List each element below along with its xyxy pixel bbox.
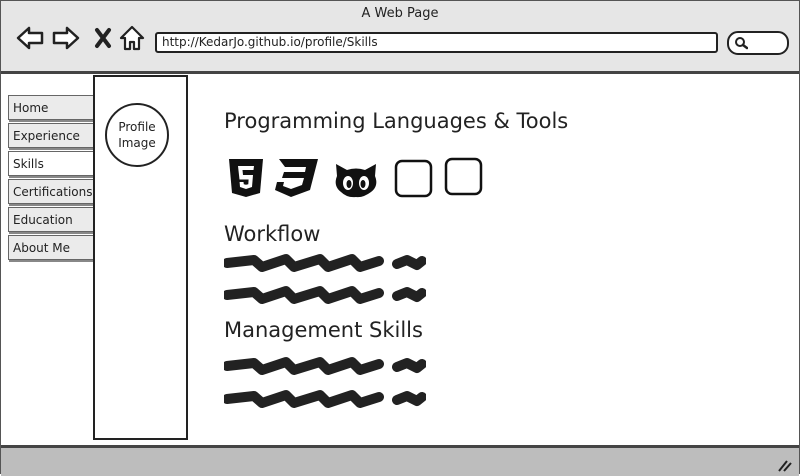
arrow-right-icon[interactable] [51,23,81,53]
profile-panel: Profile Image [93,75,188,440]
window-title: A Web Page [361,6,439,21]
placeholder-text-line [224,254,426,272]
resize-handle-icon[interactable] [777,458,793,472]
management-heading: Management Skills [224,318,423,342]
address-bar[interactable]: http://KedarJo.github.io/profile/Skills [155,32,718,53]
sidebar-item-home[interactable]: Home [8,95,94,120]
sidebar-item-certifications[interactable]: Certifications [8,179,94,204]
sidebar-nav: Home Experience Skills Certifications Ed… [8,95,94,263]
placeholder-icon [444,157,483,196]
sidebar-item-skills[interactable]: Skills [8,151,94,176]
sidebar-item-experience[interactable]: Experience [8,123,94,148]
placeholder-icon [394,159,433,198]
placeholder-text-line [224,390,426,408]
browser-toolbar: A Web Page http://KedarJo.github.io/prof… [1,1,799,74]
placeholder-text-line [224,357,426,375]
github-icon [335,164,377,198]
home-icon[interactable] [117,23,147,53]
arrow-left-icon[interactable] [15,23,45,53]
placeholder-text-line [224,286,426,304]
css3-icon [275,159,318,197]
sidebar-item-education[interactable]: Education [8,207,94,232]
languages-heading: Programming Languages & Tools [224,109,569,133]
html5-icon [229,159,263,197]
status-bar [1,445,799,476]
sidebar-item-about-me[interactable]: About Me [8,235,94,260]
profile-image: Profile Image [105,103,169,167]
search-input[interactable] [727,31,789,55]
workflow-heading: Workflow [224,222,321,246]
browser-window: A Web Page http://KedarJo.github.io/prof… [0,0,800,476]
search-icon [735,37,748,50]
close-icon[interactable] [89,23,119,53]
